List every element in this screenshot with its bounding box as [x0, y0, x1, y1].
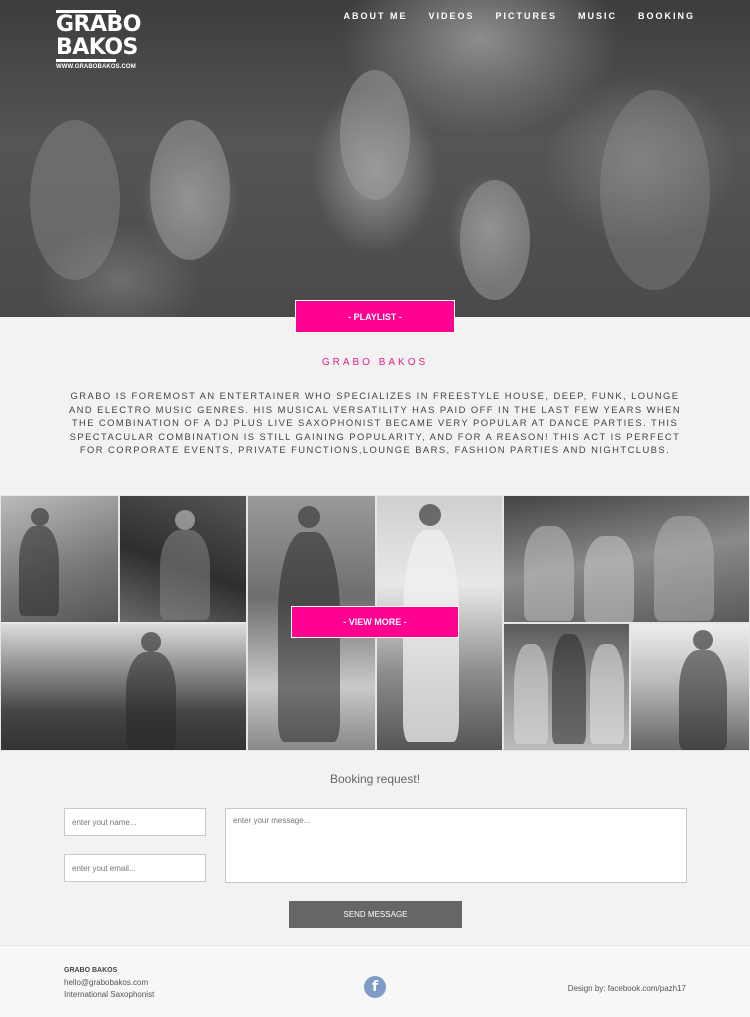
- photo-figure: [160, 530, 210, 620]
- view-more-button[interactable]: - VIEW MORE -: [291, 606, 459, 638]
- hero-crowd-shape: [150, 120, 230, 260]
- gallery-photo[interactable]: [119, 495, 247, 623]
- name-input[interactable]: enter yout name...: [64, 808, 206, 836]
- gallery-photo[interactable]: [0, 495, 119, 623]
- logo-line-2: BAKOS: [56, 35, 138, 60]
- send-message-button[interactable]: SEND MESSAGE: [289, 901, 462, 928]
- about-title: GRABO BAKOS: [321, 357, 429, 368]
- photo-figure: [590, 644, 624, 744]
- email-input[interactable]: enter yout email...: [64, 854, 206, 882]
- footer-role: International Saxophonist: [64, 990, 155, 999]
- nav-videos[interactable]: VIDEOS: [428, 11, 474, 21]
- facebook-icon[interactable]: f: [364, 976, 386, 998]
- logo-site-url: WWW.GRABOBAKOS.COM: [56, 64, 136, 70]
- footer-contact: GRABO BAKOS hello@grabobakos.com Interna…: [64, 965, 154, 1001]
- photo-figure: [126, 652, 176, 750]
- playlist-button[interactable]: - PLAYLIST -: [295, 300, 455, 333]
- gallery-photo[interactable]: [630, 623, 750, 751]
- nav-pictures[interactable]: PICTURES: [495, 11, 557, 21]
- photo-figure-head: [175, 510, 195, 530]
- logo-line-1: GRABO: [56, 12, 142, 37]
- photo-figure-head: [298, 506, 320, 528]
- hero-crowd-shape: [30, 120, 120, 280]
- nav-music[interactable]: MUSIC: [578, 11, 617, 21]
- footer-email[interactable]: hello@grabobakos.com: [64, 977, 154, 989]
- hero-crowd-shape: [340, 70, 410, 200]
- design-credit[interactable]: Design by: facebook.com/pazh17: [568, 984, 686, 993]
- photo-figure: [584, 536, 634, 622]
- photo-figure: [679, 650, 727, 750]
- gallery-photo[interactable]: [503, 495, 750, 623]
- photo-figure: [514, 644, 548, 744]
- photo-figure-head: [419, 504, 441, 526]
- photo-figure: [524, 526, 574, 621]
- nav-booking[interactable]: BOOKING: [638, 11, 695, 21]
- photo-figure-head: [141, 632, 161, 652]
- photo-figure-head: [31, 508, 49, 526]
- about-text: GRABO IS FOREMOST AN ENTERTAINER WHO SPE…: [68, 390, 682, 456]
- photo-figure-head: [693, 630, 713, 650]
- site-logo[interactable]: GRABO BAKOS WWW.GRABOBAKOS.COM: [56, 10, 142, 70]
- photo-figure: [552, 634, 586, 744]
- booking-title: Booking request!: [329, 772, 421, 786]
- photo-figure: [19, 526, 59, 616]
- nav-about-me[interactable]: ABOUT ME: [343, 11, 407, 21]
- main-nav: ABOUT ME VIDEOS PICTURES MUSIC BOOKING: [343, 11, 695, 21]
- message-textarea[interactable]: enter your message...: [225, 808, 687, 883]
- gallery-photo[interactable]: [503, 623, 630, 751]
- gallery-photo[interactable]: [0, 623, 247, 751]
- photo-figure: [654, 516, 714, 621]
- hero-crowd-shape: [460, 180, 530, 300]
- hero-crowd-shape: [600, 90, 710, 290]
- footer-brand: GRABO BAKOS: [64, 967, 118, 974]
- footer: GRABO BAKOS hello@grabobakos.com Interna…: [0, 945, 750, 1017]
